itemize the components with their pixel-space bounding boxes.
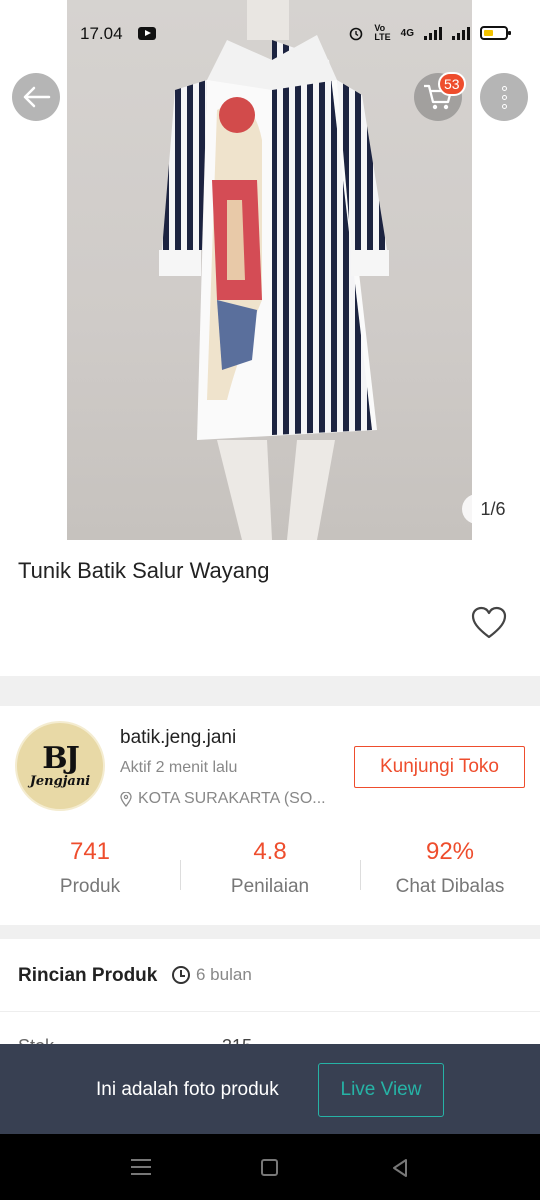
- shop-stats: 741 Produk 4.8 Penilaian 92% Chat Dibala…: [0, 838, 540, 908]
- product-photo[interactable]: [67, 0, 472, 540]
- battery-icon: [480, 26, 511, 40]
- heart-icon[interactable]: [471, 606, 507, 640]
- back-arrow-icon: [23, 86, 51, 108]
- shop-location: KOTA SURAKARTA (SO...: [120, 790, 326, 808]
- youtube-icon: [138, 27, 156, 40]
- stat-value: 741: [69, 838, 111, 865]
- volte-icon: Vo LTE: [374, 23, 391, 42]
- product-screen: 1/6 17.04 Vo LTE 4G 53 Tunik Batik Salur …: [0, 0, 540, 1200]
- more-options-button[interactable]: [480, 73, 528, 121]
- network-label: 4G: [400, 27, 414, 39]
- shop-logo-text: Jengjani: [29, 773, 91, 789]
- stat-value: 4.8: [253, 838, 287, 865]
- signal-icon-2: [452, 26, 470, 40]
- visit-shop-button[interactable]: Kunjungi Toko: [354, 746, 525, 788]
- stat-products[interactable]: 741 Produk: [0, 838, 180, 908]
- section-divider: [0, 676, 540, 706]
- cart-count-badge: 53: [438, 72, 466, 96]
- shop-name[interactable]: batik.jeng.jani: [120, 727, 236, 749]
- location-pin-icon: [120, 791, 132, 807]
- signal-icon: [424, 26, 442, 40]
- system-nav-bar: [0, 1134, 540, 1200]
- stat-label: Chat Dibalas: [395, 876, 505, 897]
- stat-label: Penilaian: [230, 876, 310, 897]
- status-icons: Vo LTE 4G: [348, 23, 511, 42]
- details-divider: [0, 1011, 540, 1012]
- nav-back-icon[interactable]: [390, 1158, 410, 1178]
- stat-chat-reply[interactable]: 92% Chat Dibalas: [360, 838, 540, 908]
- shop-active-status: Aktif 2 menit lalu: [120, 759, 238, 776]
- details-time-text: 6 bulan: [196, 965, 252, 984]
- back-button[interactable]: [12, 73, 60, 121]
- image-counter: 1/6: [462, 494, 524, 524]
- shop-logo-monogram: BJ: [42, 740, 80, 776]
- stat-value: 92%: [425, 838, 475, 865]
- stat-label: Produk: [59, 876, 121, 897]
- more-icon: [501, 85, 507, 109]
- section-divider: [0, 925, 540, 939]
- stat-rating[interactable]: 4.8 Penilaian: [180, 838, 360, 908]
- photo-banner: Ini adalah foto produk: [0, 1044, 540, 1134]
- alarm-icon: [350, 27, 363, 41]
- product-title: Tunik Batik Salur Wayang: [18, 558, 270, 583]
- details-title: Rincian Produk: [18, 965, 158, 986]
- status-time: 17.04: [80, 24, 123, 43]
- shop-location-text: KOTA SURAKARTA (SO...: [138, 790, 326, 807]
- clock-icon: [172, 966, 190, 984]
- details-time: 6 bulan: [172, 965, 252, 985]
- nav-menu-icon[interactable]: [131, 1159, 151, 1175]
- banner-message: Ini adalah foto produk: [96, 1079, 279, 1100]
- live-view-button[interactable]: Live View: [318, 1063, 444, 1117]
- shop-logo[interactable]: BJ Jengjani: [15, 721, 105, 811]
- status-bar: 17.04 Vo LTE 4G: [0, 18, 540, 52]
- nav-home-icon[interactable]: [261, 1159, 278, 1176]
